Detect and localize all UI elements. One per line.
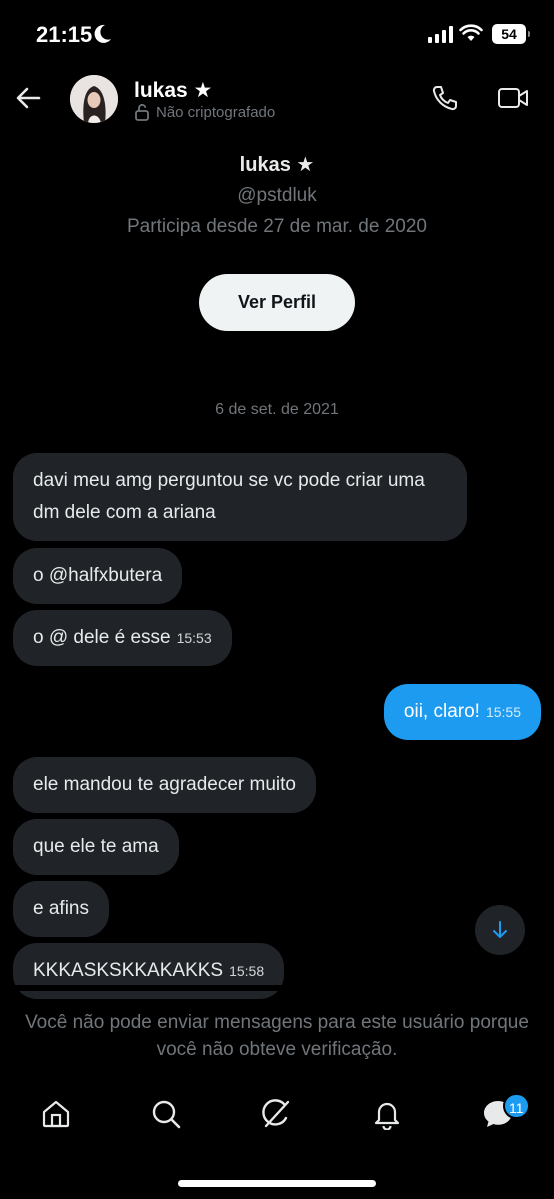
chat-divider bbox=[0, 985, 554, 991]
unlock-icon bbox=[135, 104, 149, 121]
search-icon bbox=[152, 1100, 181, 1129]
conversation-header: lukas ★ Não criptografado bbox=[0, 70, 554, 130]
message-text: que ele te ama bbox=[33, 836, 159, 857]
date-separator: 6 de set. de 2021 bbox=[215, 401, 339, 418]
bell-icon bbox=[374, 1102, 400, 1130]
status-bar: 21:15 54 bbox=[0, 0, 554, 70]
message-text: o @halfxbutera bbox=[33, 565, 163, 586]
status-time: 21:15 bbox=[36, 22, 93, 47]
signal-icon bbox=[428, 26, 453, 43]
battery-indicator: 54 bbox=[492, 24, 530, 44]
message-bubble[interactable]: e afins bbox=[13, 881, 109, 937]
video-call-icon[interactable] bbox=[497, 86, 529, 110]
message-text: davi meu amg perguntou se vc pode criar … bbox=[33, 470, 425, 523]
cannot-message-notice: Você não pode enviar mensagens para este… bbox=[25, 1012, 529, 1060]
encryption-label: Não criptografado bbox=[156, 103, 276, 121]
header-username[interactable]: lukas ★ bbox=[134, 78, 212, 103]
message-bubble[interactable]: o @halfxbutera bbox=[13, 548, 183, 604]
message-bubble[interactable]: davi meu amg perguntou se vc pode criar … bbox=[13, 453, 467, 541]
message-bubble-outgoing[interactable]: oii, claro! 15:55 bbox=[383, 684, 541, 740]
moon-icon bbox=[94, 24, 111, 43]
home-indicator bbox=[178, 1180, 376, 1187]
message-bubble[interactable]: o @ dele é esse 15:53 bbox=[13, 610, 232, 666]
message-text: e afins bbox=[33, 898, 89, 919]
profile-joined-date: Participa desde 27 de mar. de 2020 bbox=[127, 216, 427, 237]
profile-name: lukas ★ bbox=[239, 154, 315, 176]
avatar[interactable] bbox=[70, 75, 118, 123]
tab-grok[interactable] bbox=[258, 1096, 294, 1132]
wifi-icon bbox=[459, 24, 483, 41]
bottom-tab-bar bbox=[0, 1090, 554, 1150]
message-bubble[interactable]: que ele te ama bbox=[13, 819, 179, 875]
message-text: oii, claro! bbox=[403, 701, 480, 722]
view-profile-button[interactable]: Ver Perfil bbox=[199, 274, 355, 331]
message-time: 15:58 bbox=[229, 963, 265, 979]
tab-search[interactable] bbox=[148, 1096, 184, 1132]
back-arrow-icon[interactable] bbox=[14, 84, 42, 112]
tab-notifications[interactable] bbox=[369, 1096, 405, 1132]
message-time: 15:55 bbox=[485, 704, 521, 720]
message-text: o @ dele é esse bbox=[33, 627, 171, 648]
messages-badge: 11 bbox=[503, 1093, 530, 1119]
tab-home[interactable] bbox=[38, 1096, 74, 1132]
message-time: 15:53 bbox=[176, 630, 212, 646]
phone-icon[interactable] bbox=[431, 84, 459, 112]
message-text: ele mandou te agradecer muito bbox=[33, 774, 296, 795]
avatar-photo-icon bbox=[70, 75, 118, 123]
home-icon bbox=[42, 1100, 70, 1128]
message-bubble[interactable]: ele mandou te agradecer muito bbox=[13, 757, 316, 813]
grok-icon bbox=[262, 1099, 290, 1128]
arrow-down-icon bbox=[493, 921, 507, 938]
profile-handle: @pstdluk bbox=[237, 185, 317, 206]
message-text: KKKASKSKKAKAKKS bbox=[33, 960, 224, 981]
encryption-status: Não criptografado bbox=[134, 103, 275, 121]
scroll-to-bottom-button[interactable] bbox=[475, 905, 525, 955]
